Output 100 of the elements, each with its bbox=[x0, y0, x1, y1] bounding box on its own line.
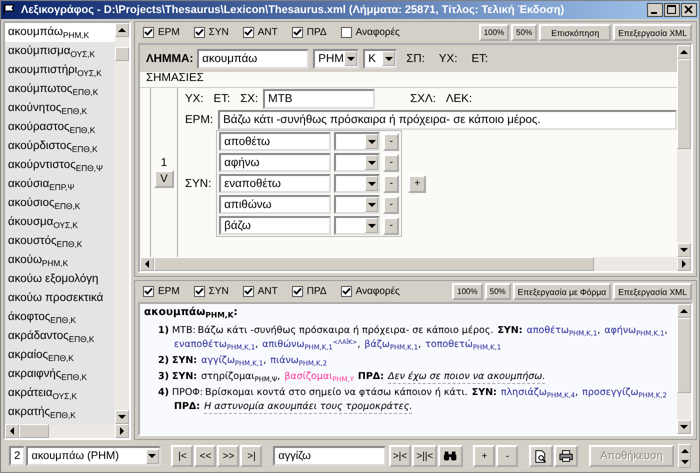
synonym-dropdown[interactable] bbox=[334, 132, 380, 151]
checkbox-label[interactable]: ΣΥΝ bbox=[208, 27, 229, 38]
checkbox[interactable] bbox=[292, 286, 303, 297]
register-dropdown[interactable]: Κ bbox=[363, 48, 398, 68]
entry-list-item[interactable]: ακούω προσεκτικά bbox=[5, 289, 115, 308]
checkbox-label[interactable]: ΑΝΤ bbox=[258, 286, 278, 297]
remove-button[interactable]: - bbox=[383, 196, 400, 214]
checkbox[interactable] bbox=[194, 27, 205, 38]
entry-list-item[interactable]: ακραίος$_{ΕΠΘ,Κ}$ bbox=[5, 346, 115, 365]
horizontal-scrollbar[interactable] bbox=[140, 257, 691, 271]
checkbox-label[interactable]: ΕΡΜ bbox=[158, 286, 180, 297]
search-button[interactable]: >||< bbox=[412, 445, 438, 467]
definition-field[interactable]: Βάζω κάτι -συνήθως πρόσκαιρα ή πρόχειρα- σε κάποιο μέρος. bbox=[218, 110, 677, 130]
checkbox-label[interactable]: ΠΡΔ bbox=[306, 27, 327, 38]
entry-list-item[interactable]: ακράτεια$_{ΟΥΣ,Κ}$ bbox=[5, 384, 115, 403]
checkbox[interactable] bbox=[340, 27, 352, 38]
minimize-icon[interactable] bbox=[647, 3, 663, 17]
synonym-field[interactable]: βάζω bbox=[219, 216, 332, 235]
synonym-dropdown[interactable] bbox=[334, 174, 380, 193]
navigation-button[interactable]: >> bbox=[217, 445, 240, 467]
synonym-link[interactable]: αγγίζω$_{ΡΗΜ,Κ,1}$ bbox=[201, 354, 264, 368]
record-number-field[interactable]: 2 bbox=[9, 446, 26, 466]
vertical-scrollbar[interactable] bbox=[115, 23, 129, 424]
entry-list-item[interactable]: ακούνητος$_{ΕΠΘ,Κ}$ bbox=[5, 99, 115, 118]
synonym-link[interactable]: αφήνω$_{ΡΗΜ,Κ,1}$ bbox=[604, 324, 664, 338]
entry-list-item[interactable]: άκοφτος$_{ΕΠΘ,Κ}$ bbox=[5, 308, 115, 327]
checkbox-label[interactable]: ΠΡΔ bbox=[306, 286, 327, 297]
checkbox-label[interactable]: ΕΡΜ bbox=[158, 27, 180, 38]
checkbox[interactable] bbox=[143, 286, 154, 297]
entry-list-item[interactable]: ακούρντιστος$_{ΕΠΘ,Ψ}$ bbox=[5, 156, 115, 175]
remove-button[interactable]: - bbox=[383, 132, 400, 150]
remove-button[interactable]: - bbox=[383, 216, 400, 234]
scroll-left-button[interactable] bbox=[5, 424, 19, 438]
synonym-field[interactable]: αποθέτω bbox=[219, 132, 332, 151]
checkbox-label[interactable]: ΣΥΝ bbox=[208, 286, 229, 297]
navigation-button[interactable]: |< bbox=[171, 445, 194, 467]
checkbox[interactable] bbox=[242, 286, 254, 297]
synonym-link[interactable]: τοποθετώ$_{ΡΗΜ,Κ,1}$ bbox=[425, 338, 502, 352]
print-preview-button[interactable] bbox=[529, 445, 553, 467]
add-button[interactable]: + bbox=[408, 174, 426, 192]
checkbox[interactable] bbox=[242, 27, 254, 38]
scroll-left-button[interactable] bbox=[140, 257, 154, 271]
scroll-right-button[interactable] bbox=[677, 257, 691, 271]
checkbox-label[interactable]: ΑΝΤ bbox=[258, 27, 278, 38]
synonym-field[interactable]: απιθώνω bbox=[219, 195, 332, 214]
horizontal-scrollbar[interactable] bbox=[5, 424, 129, 438]
checkbox[interactable] bbox=[194, 286, 205, 297]
entry-list-item[interactable]: ακούω$_{ΡΗΜ,Κ}$ bbox=[5, 251, 115, 270]
find-button[interactable] bbox=[438, 445, 463, 467]
record-dropdown[interactable]: ακουμπάω (ΡΗΜ) bbox=[26, 446, 161, 466]
edit-button[interactable]: + bbox=[473, 445, 496, 467]
scroll-up-button[interactable] bbox=[115, 23, 129, 37]
zoom-button[interactable]: 50% bbox=[484, 283, 511, 300]
maximize-icon[interactable] bbox=[664, 3, 680, 17]
scroll-up-button[interactable] bbox=[677, 45, 691, 59]
zoom-button[interactable]: 100% bbox=[478, 24, 510, 41]
entry-list-item[interactable]: ακούμπισμα$_{ΟΥΣ,Κ}$ bbox=[5, 42, 115, 61]
toolbar-button[interactable]: Επεξεργασία XML bbox=[613, 24, 692, 41]
entry-list-item[interactable]: ακούω εξομολόγη bbox=[5, 270, 115, 289]
move-button[interactable]: V bbox=[154, 170, 174, 188]
scroll-down-button[interactable] bbox=[115, 410, 129, 424]
vertical-scrollbar[interactable] bbox=[677, 45, 691, 257]
example-link[interactable]: Δεν έχω σε ποιον να ακουμπήσω. bbox=[388, 371, 546, 384]
part-of-speech-dropdown[interactable]: ΡΗΜ bbox=[313, 48, 360, 68]
navigation-button[interactable]: >| bbox=[240, 445, 262, 467]
synonym-field[interactable]: εναποθέτω bbox=[219, 174, 332, 193]
vertical-scrollbar[interactable] bbox=[677, 304, 691, 434]
checkbox[interactable] bbox=[292, 27, 303, 38]
checkbox[interactable] bbox=[340, 286, 352, 297]
search-button[interactable]: >|< bbox=[388, 445, 412, 467]
entry-list-item[interactable]: ακούμπωτος$_{ΕΠΘ,Κ}$ bbox=[5, 80, 115, 99]
synonym-field[interactable]: αφήνω bbox=[219, 153, 332, 172]
entry-list-item[interactable]: ακούραστος$_{ΕΠΘ,Κ}$ bbox=[5, 118, 115, 137]
synonym-dropdown[interactable] bbox=[334, 195, 380, 214]
entry-list-item[interactable]: ακουστός$_{ΕΠΘ,Κ}$ bbox=[5, 232, 115, 251]
entry-list-item[interactable]: ακουμπάω$_{ΡΗΜ,Κ}$ bbox=[5, 23, 115, 42]
synonym-link[interactable]: πιάνω$_{ΡΗΜ,Κ,2}$ bbox=[270, 354, 328, 368]
scrollbar-thumb[interactable] bbox=[115, 47, 129, 61]
lemma-field[interactable]: ακουμπάω bbox=[197, 48, 310, 68]
spin-button[interactable] bbox=[678, 444, 691, 468]
entry-list-item[interactable]: ακρατής$_{ΕΠΘ,Κ}$ bbox=[5, 403, 115, 422]
synonym-dropdown[interactable] bbox=[334, 153, 380, 172]
scroll-up-button[interactable] bbox=[677, 304, 691, 318]
entry-list-item[interactable]: ακούσιος$_{ΕΠΘ,Κ}$ bbox=[5, 194, 115, 213]
entry-list-item[interactable]: ακράδαντος$_{ΕΠΘ,Κ}$ bbox=[5, 327, 115, 346]
toolbar-button[interactable]: Επεξεργασία με Φόρμα bbox=[512, 283, 612, 300]
navigation-button[interactable]: << bbox=[194, 445, 216, 467]
scroll-down-button[interactable] bbox=[677, 420, 691, 434]
entry-list-item[interactable]: ακούσια$_{ΕΠΡ,Ψ}$ bbox=[5, 175, 115, 194]
scrollbar-thumb[interactable] bbox=[19, 424, 49, 438]
remove-button[interactable]: - bbox=[383, 154, 400, 172]
checkbox-label[interactable]: Αναφορές bbox=[356, 286, 400, 297]
zoom-button[interactable]: 100% bbox=[452, 283, 483, 300]
zoom-button[interactable]: 50% bbox=[511, 24, 538, 41]
remove-button[interactable]: - bbox=[383, 174, 400, 192]
entry-list-item[interactable]: ακραιφνής$_{ΕΠΘ,Κ}$ bbox=[5, 365, 115, 384]
example-link[interactable]: Η αστυνομία ακουμπάει τους τρομοκράτες. bbox=[204, 401, 412, 414]
print-button[interactable] bbox=[554, 445, 578, 467]
scrollbar-thumb[interactable] bbox=[677, 59, 691, 149]
synonym-link[interactable]: πλησιάζω$_{ΡΗΜ,Κ,4}$ bbox=[500, 386, 576, 400]
